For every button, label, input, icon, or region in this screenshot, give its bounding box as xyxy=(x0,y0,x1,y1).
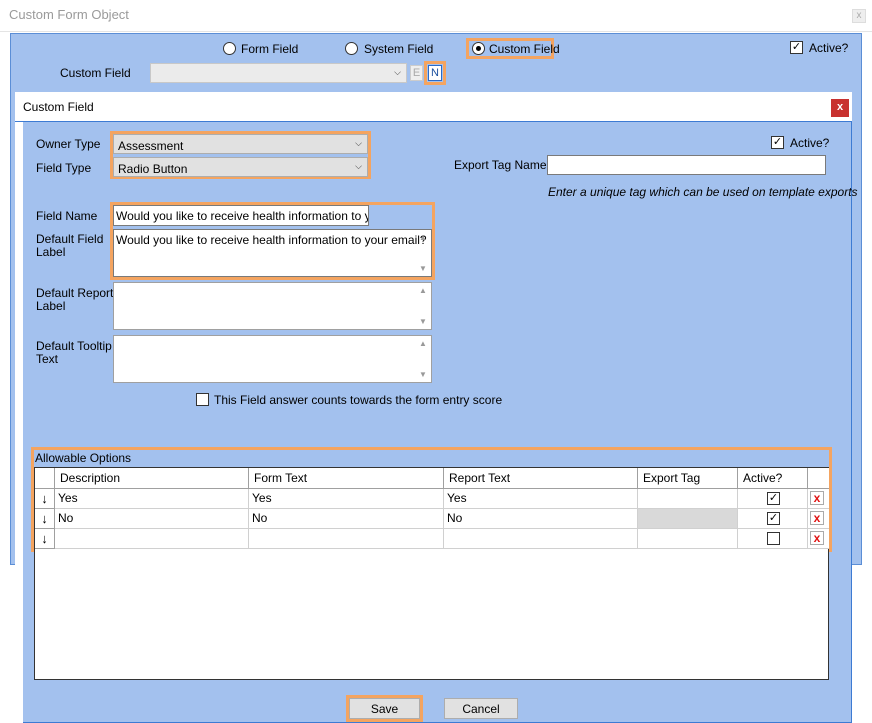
form-field-radio-label: Form Field xyxy=(241,42,299,56)
custom-field-radio-label: Custom Field xyxy=(489,42,560,56)
grid-corner-header xyxy=(35,468,55,489)
row-2-delete-cell: x xyxy=(808,509,829,529)
field-type-label: Field Type xyxy=(36,161,92,175)
allowable-options-grid: Description Form Text Report Text Export… xyxy=(34,467,829,680)
row-2-active-cell: ✓ xyxy=(738,509,808,529)
row-move-down-icon[interactable]: ↓ xyxy=(35,489,55,509)
row-1-description[interactable]: Yes xyxy=(55,489,249,509)
column-header-active[interactable]: Active? xyxy=(738,468,808,489)
default-field-label-caption-line2: Label xyxy=(36,245,66,259)
dialog-title-bar: Custom Field xyxy=(15,92,852,122)
column-header-export-tag[interactable]: Export Tag xyxy=(638,468,738,489)
row-3-active-checkbox[interactable] xyxy=(767,532,780,545)
edit-custom-field-button[interactable]: E xyxy=(410,65,423,81)
dialog-close-button[interactable]: x xyxy=(831,99,849,117)
outer-close-button[interactable]: x xyxy=(852,9,866,23)
chevron-down-icon: ⌵ xyxy=(394,67,401,77)
row-3-report-text[interactable] xyxy=(444,529,638,549)
row-3-export-tag[interactable] xyxy=(638,529,738,549)
owner-type-label: Owner Type xyxy=(36,137,101,151)
cancel-button[interactable]: Cancel xyxy=(444,698,518,719)
outer-active-label: Active? xyxy=(809,41,849,55)
chevron-down-icon: ⌵ xyxy=(355,161,362,171)
allowable-options-label: Allowable Options xyxy=(35,451,132,465)
export-tag-hint: Enter a unique tag which can be used on … xyxy=(548,185,858,199)
scrollbar[interactable]: ▲ ▼ xyxy=(416,231,430,275)
dialog-left-strip xyxy=(15,122,23,723)
row-2-delete-icon[interactable]: x xyxy=(810,511,824,525)
outer-title-bar: Custom Form Object xyxy=(0,0,872,32)
export-tag-name-label: Export Tag Name xyxy=(454,158,547,172)
field-name-label: Field Name xyxy=(36,209,98,223)
default-tooltip-caption-line2: Text xyxy=(36,352,59,366)
row-3-form-text[interactable] xyxy=(249,529,444,549)
default-field-label-textarea[interactable]: Would you like to receive health informa… xyxy=(113,229,432,277)
form-field-radio[interactable] xyxy=(223,42,236,55)
row-1-delete-cell: x xyxy=(808,489,829,509)
custom-field-select-label: Custom Field xyxy=(60,66,131,80)
scrollbar[interactable]: ▲ ▼ xyxy=(416,284,430,328)
owner-type-select[interactable]: Assessment ⌵ xyxy=(113,134,368,154)
chevron-down-icon: ⌵ xyxy=(355,138,362,148)
score-checkbox-label: This Field answer counts towards the for… xyxy=(214,393,503,407)
row-move-down-icon[interactable]: ↓ xyxy=(35,509,55,529)
row-2-description[interactable]: No xyxy=(55,509,249,529)
column-header-report-text[interactable]: Report Text xyxy=(444,468,638,489)
system-field-radio[interactable] xyxy=(345,42,358,55)
row-2-form-text[interactable]: No xyxy=(249,509,444,529)
row-2-active-checkbox[interactable]: ✓ xyxy=(767,512,780,525)
dialog-active-label: Active? xyxy=(790,136,830,150)
save-button[interactable]: Save xyxy=(349,698,420,719)
column-header-description[interactable]: Description xyxy=(55,468,249,489)
outer-window-title: Custom Form Object xyxy=(9,7,129,22)
row-3-description[interactable] xyxy=(55,529,249,549)
scrollbar[interactable]: ▲ ▼ xyxy=(416,337,430,381)
row-3-active-cell xyxy=(738,529,808,549)
custom-field-radio[interactable] xyxy=(472,42,485,55)
row-1-form-text[interactable]: Yes xyxy=(249,489,444,509)
field-name-input[interactable]: Would you like to receive health informa… xyxy=(113,205,369,226)
export-tag-name-input[interactable] xyxy=(547,155,826,175)
column-header-form-text[interactable]: Form Text xyxy=(249,468,444,489)
dialog-title: Custom Field xyxy=(23,100,94,114)
default-field-label-caption: Default Field xyxy=(36,232,104,246)
row-1-export-tag[interactable] xyxy=(638,489,738,509)
row-3-delete-icon[interactable]: x xyxy=(810,531,824,545)
default-report-label-textarea[interactable]: ▲ ▼ xyxy=(113,282,432,330)
outer-active-checkbox[interactable]: ✓ xyxy=(790,41,803,54)
dialog-active-checkbox[interactable]: ✓ xyxy=(771,136,784,149)
row-1-report-text[interactable]: Yes xyxy=(444,489,638,509)
row-3-delete-cell: x xyxy=(808,529,829,549)
default-report-label-caption-line2: Label xyxy=(36,299,66,313)
default-report-label-caption: Default Report xyxy=(36,286,114,300)
row-1-delete-icon[interactable]: x xyxy=(810,491,824,505)
row-1-active-checkbox[interactable]: ✓ xyxy=(767,492,780,505)
row-2-report-text[interactable]: No xyxy=(444,509,638,529)
column-header-delete xyxy=(808,468,829,489)
row-move-down-icon[interactable]: ↓ xyxy=(35,529,55,549)
default-tooltip-caption: Default Tooltip xyxy=(36,339,112,353)
score-checkbox[interactable] xyxy=(196,393,209,406)
field-type-select[interactable]: Radio Button ⌵ xyxy=(113,157,368,177)
row-2-export-tag[interactable] xyxy=(638,509,738,529)
default-tooltip-textarea[interactable]: ▲ ▼ xyxy=(113,335,432,383)
custom-field-select[interactable]: ⌵ xyxy=(150,63,407,83)
new-custom-field-button[interactable]: N xyxy=(428,65,442,81)
row-1-active-cell: ✓ xyxy=(738,489,808,509)
system-field-radio-label: System Field xyxy=(364,42,434,56)
